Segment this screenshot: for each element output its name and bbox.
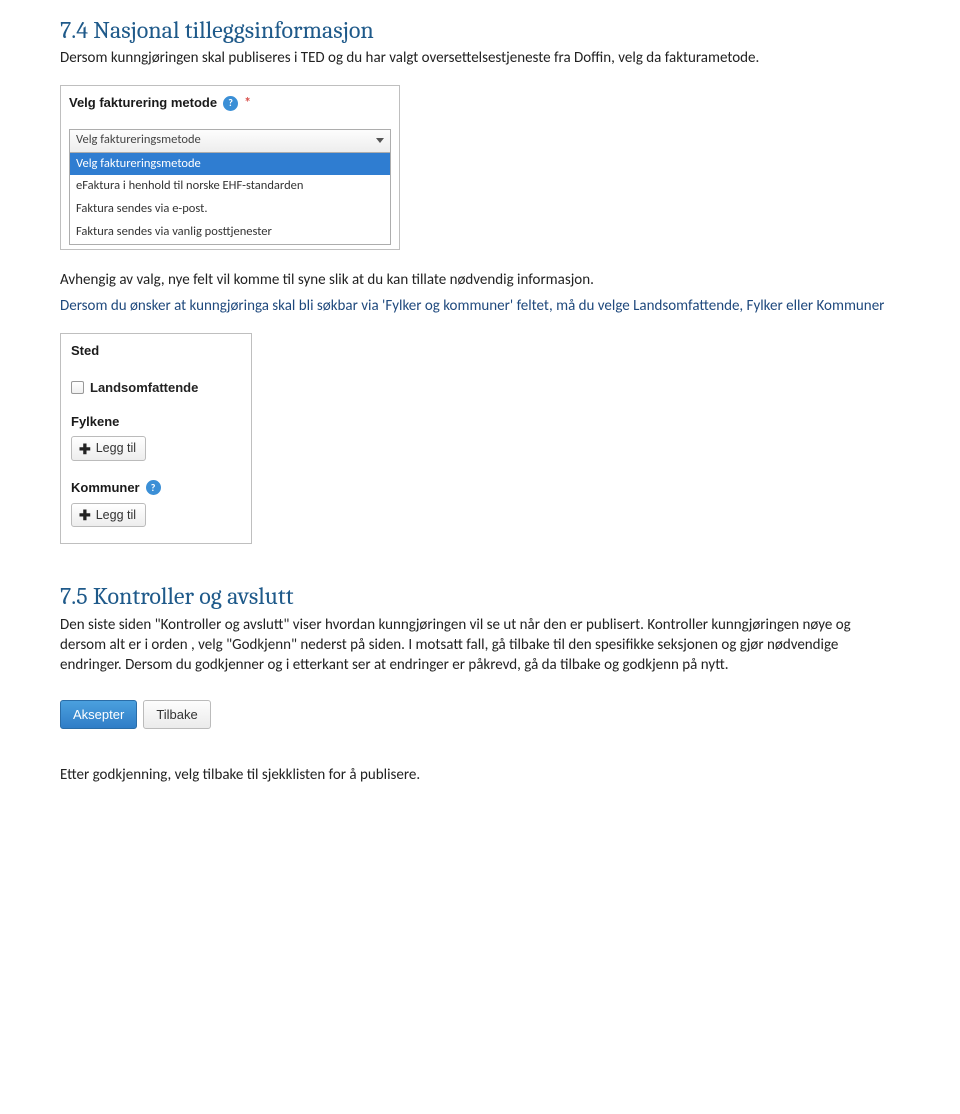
landsomfattende-label: Landsomfattende	[90, 379, 198, 397]
chevron-down-icon	[376, 138, 384, 143]
fylkene-add-label: Legg til	[96, 440, 136, 457]
back-button[interactable]: Tilbake	[143, 700, 210, 730]
plus-icon: ✚	[79, 442, 91, 456]
heading-7-5: 7.5 Kontroller og avslutt	[60, 580, 900, 612]
fakturering-widget: Velg fakturering metode ? * Velg fakture…	[60, 85, 400, 250]
button-row: Aksepter Tilbake	[60, 700, 900, 730]
fylkene-label: Fylkene	[61, 411, 251, 433]
required-star-icon: *	[244, 94, 251, 113]
plus-icon: ✚	[79, 508, 91, 522]
dropdown-option[interactable]: Velg faktureringsmetode	[70, 153, 390, 176]
sted-title: Sted	[61, 340, 251, 362]
para-7-4-intro: Dersom kunngjøringen skal publiseres i T…	[60, 48, 900, 68]
kommuner-add-label: Legg til	[96, 507, 136, 524]
para-7-5-main: Den siste siden "Kontroller og avslutt" …	[60, 615, 900, 676]
kommuner-label: Kommuner	[71, 479, 140, 497]
dropdown-option[interactable]: eFaktura i henhold til norske EHF-standa…	[70, 175, 390, 198]
para-7-4-avhengig: Avhengig av valg, nye felt vil komme til…	[60, 270, 900, 290]
landsomfattende-checkbox[interactable]	[71, 381, 84, 394]
help-icon[interactable]: ?	[146, 480, 161, 495]
help-icon[interactable]: ?	[223, 96, 238, 111]
fakturering-label: Velg fakturering metode	[69, 94, 217, 112]
dropdown-option[interactable]: Faktura sendes via e-post.	[70, 198, 390, 221]
para-7-4-dersom: Dersom du ønsker at kunngjøringa skal bl…	[60, 296, 900, 316]
fakturering-dropdown: Velg faktureringsmetode eFaktura i henho…	[69, 153, 391, 246]
select-value: Velg faktureringsmetode	[76, 132, 201, 149]
kommuner-add-button[interactable]: ✚ Legg til	[71, 503, 146, 528]
fylkene-add-button[interactable]: ✚ Legg til	[71, 436, 146, 461]
fakturering-select[interactable]: Velg faktureringsmetode	[69, 129, 391, 153]
heading-7-4: 7.4 Nasjonal tilleggsinformasjon	[60, 14, 900, 46]
sted-widget: Sted Landsomfattende Fylkene ✚ Legg til …	[60, 333, 252, 545]
accept-button[interactable]: Aksepter	[60, 700, 137, 730]
para-7-5-after: Etter godkjenning, velg tilbake til sjek…	[60, 765, 900, 785]
dropdown-option[interactable]: Faktura sendes via vanlig posttjenester	[70, 221, 390, 244]
